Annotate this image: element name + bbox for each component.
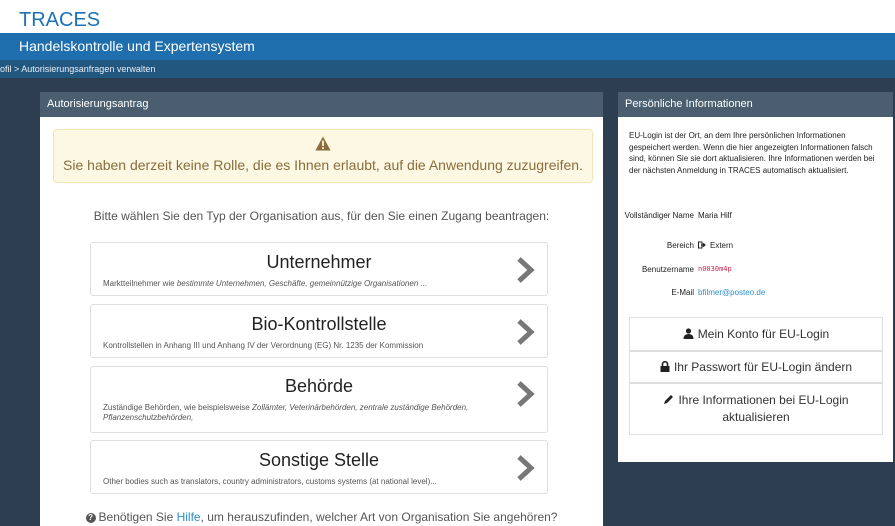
- org-description: Other bodies such as translators, countr…: [103, 477, 507, 487]
- org-description-examples: bestimmte Unternehmen, Geschäfte, gemein…: [176, 279, 428, 288]
- lock-icon: [660, 361, 670, 372]
- help-prefix: Benötigen Sie: [98, 510, 177, 524]
- org-title: Bio-Kontrollstelle: [251, 314, 387, 334]
- question-circle-icon: ?: [85, 513, 96, 523]
- username-value: n0030m4p: [698, 265, 732, 273]
- email-value[interactable]: bfilmer@posteo.de: [698, 287, 765, 298]
- warning-icon: [315, 136, 331, 151]
- eu-login-info-text: EU-Login ist der Ort, an dem Ihre persön…: [629, 131, 875, 175]
- breadcrumb[interactable]: ofil > Autorisierungsanfragen verwalten: [0, 63, 155, 75]
- update-info-label: Ihre Informationen bei EU-Login aktualis…: [678, 393, 849, 424]
- org-description: Zuständige Behörden, wie beispielsweise …: [103, 403, 537, 423]
- authorization-request-panel: Autorisierungsantrag Sie haben derzeit k…: [40, 92, 603, 526]
- alert-message: Sie haben derzeit keine Rolle, die es Ih…: [63, 157, 583, 173]
- org-option-sonstige-stelle[interactable]: Sonstige Stelle Other bodies such as tra…: [90, 440, 548, 494]
- eu-login-account-label: Mein Konto für EU-Login: [697, 327, 830, 341]
- chevron-right-icon: [517, 257, 535, 283]
- eu-login-account-button[interactable]: Mein Konto für EU-Login: [629, 317, 883, 351]
- help-suffix: , um herauszufinden, welcher Art von Org…: [200, 510, 558, 524]
- breadcrumb-bar: ofil > Autorisierungsanfragen verwalten: [0, 60, 895, 78]
- scope-label: Bereich: [666, 241, 694, 250]
- sign-out-icon: [698, 241, 706, 249]
- title-bar: Handelskontrolle und Expertensystem: [0, 33, 895, 60]
- org-option-unternehmer[interactable]: Unternehmer Marktteilnehmer wie bestimmt…: [90, 242, 548, 296]
- org-description-text: Kontrollstellen in Anhang III und Anhang…: [103, 341, 424, 350]
- no-role-alert: Sie haben derzeit keine Rolle, die es Ih…: [53, 129, 593, 183]
- scope-value: Extern: [710, 241, 734, 250]
- org-title: Sonstige Stelle: [258, 450, 380, 470]
- chevron-right-icon: [517, 381, 535, 407]
- scope-value-wrap: Extern: [698, 240, 733, 251]
- email-label: E-Mail: [671, 288, 694, 297]
- user-icon: [683, 328, 694, 339]
- org-description-text: Other bodies such as translators, countr…: [103, 477, 437, 486]
- personal-info-panel: Persönliche Informationen EU-Login ist d…: [618, 92, 893, 462]
- panel-heading: Autorisierungsantrag: [40, 92, 603, 117]
- full-name-label: Vollständiger Name: [624, 211, 694, 220]
- change-password-button[interactable]: Ihr Passwort für EU-Login ändern: [629, 351, 883, 383]
- choose-org-text: Bitte wählen Sie den Typ der Organisatio…: [93, 209, 550, 223]
- org-title: Unternehmer: [266, 252, 372, 272]
- full-name-value: Maria Hilf: [698, 211, 732, 220]
- org-option-behoerde[interactable]: Behörde Zuständige Behörden, wie beispie…: [90, 366, 548, 433]
- panel-heading: Persönliche Informationen: [618, 92, 893, 117]
- org-description-text: Marktteilnehmer wie: [103, 279, 177, 288]
- pencil-icon: [664, 395, 674, 404]
- brand-logo[interactable]: TRACES: [19, 9, 100, 31]
- update-info-button[interactable]: Ihre Informationen bei EU-Login aktualis…: [629, 383, 883, 435]
- chevron-right-icon: [517, 455, 535, 481]
- help-text: ? Benötigen Sie Hilfe, um herauszufinden,…: [40, 510, 603, 524]
- change-password-label: Ihr Passwort für EU-Login ändern: [673, 360, 853, 374]
- help-link[interactable]: Hilfe: [177, 510, 201, 524]
- org-description: Marktteilnehmer wie bestimmte Unternehme…: [103, 279, 507, 289]
- org-title: Behörde: [284, 376, 354, 396]
- app-subtitle: Handelskontrolle und Expertensystem: [19, 38, 255, 54]
- org-description: Kontrollstellen in Anhang III und Anhang…: [103, 341, 507, 351]
- org-description-text: Zuständige Behörden, wie beispielsweise: [103, 403, 252, 412]
- username-label: Benutzername: [641, 265, 694, 274]
- top-bar: TRACES: [0, 0, 895, 33]
- org-option-bio-kontrollstelle[interactable]: Bio-Kontrollstelle Kontrollstellen in An…: [90, 304, 548, 358]
- chevron-right-icon: [517, 319, 535, 345]
